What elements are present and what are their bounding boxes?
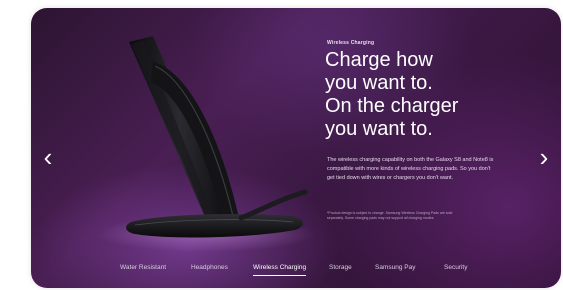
active-tab-underline xyxy=(253,275,307,276)
hero-carousel: ‹ › Wireless Charging Charge how you wan… xyxy=(31,8,561,288)
headline-line: Charge how xyxy=(325,49,433,71)
headline-line: you want to. xyxy=(325,72,433,94)
slide-body-text: The wireless charging capability on both… xyxy=(327,157,494,181)
slide-eyebrow: Wireless Charging xyxy=(327,40,375,46)
tab-storage[interactable]: Storage xyxy=(329,264,352,271)
tab-water-resistant[interactable]: Water Resistant xyxy=(120,264,166,271)
chevron-right-icon: › xyxy=(539,142,549,172)
headline-line: On the charger xyxy=(325,95,459,117)
tab-samsung-pay[interactable]: Samsung Pay xyxy=(375,264,415,271)
wireless-charger-image xyxy=(96,36,316,252)
slide-headline: Charge how you want to. On the charger y… xyxy=(325,49,555,141)
tab-wireless-charging[interactable]: Wireless Charging xyxy=(253,264,307,276)
tab-headphones[interactable]: Headphones xyxy=(191,264,228,271)
chevron-left-icon: ‹ xyxy=(43,142,53,172)
feature-tabs: Water Resistant Headphones Wireless Char… xyxy=(31,264,561,282)
tab-security[interactable]: Security xyxy=(444,264,467,271)
slide-disclaimer: *Product design is subject to change. Sa… xyxy=(327,211,453,220)
headline-line: you want to. xyxy=(325,118,433,140)
next-slide-button[interactable]: › xyxy=(532,142,556,172)
previous-slide-button[interactable]: ‹ xyxy=(36,142,60,172)
